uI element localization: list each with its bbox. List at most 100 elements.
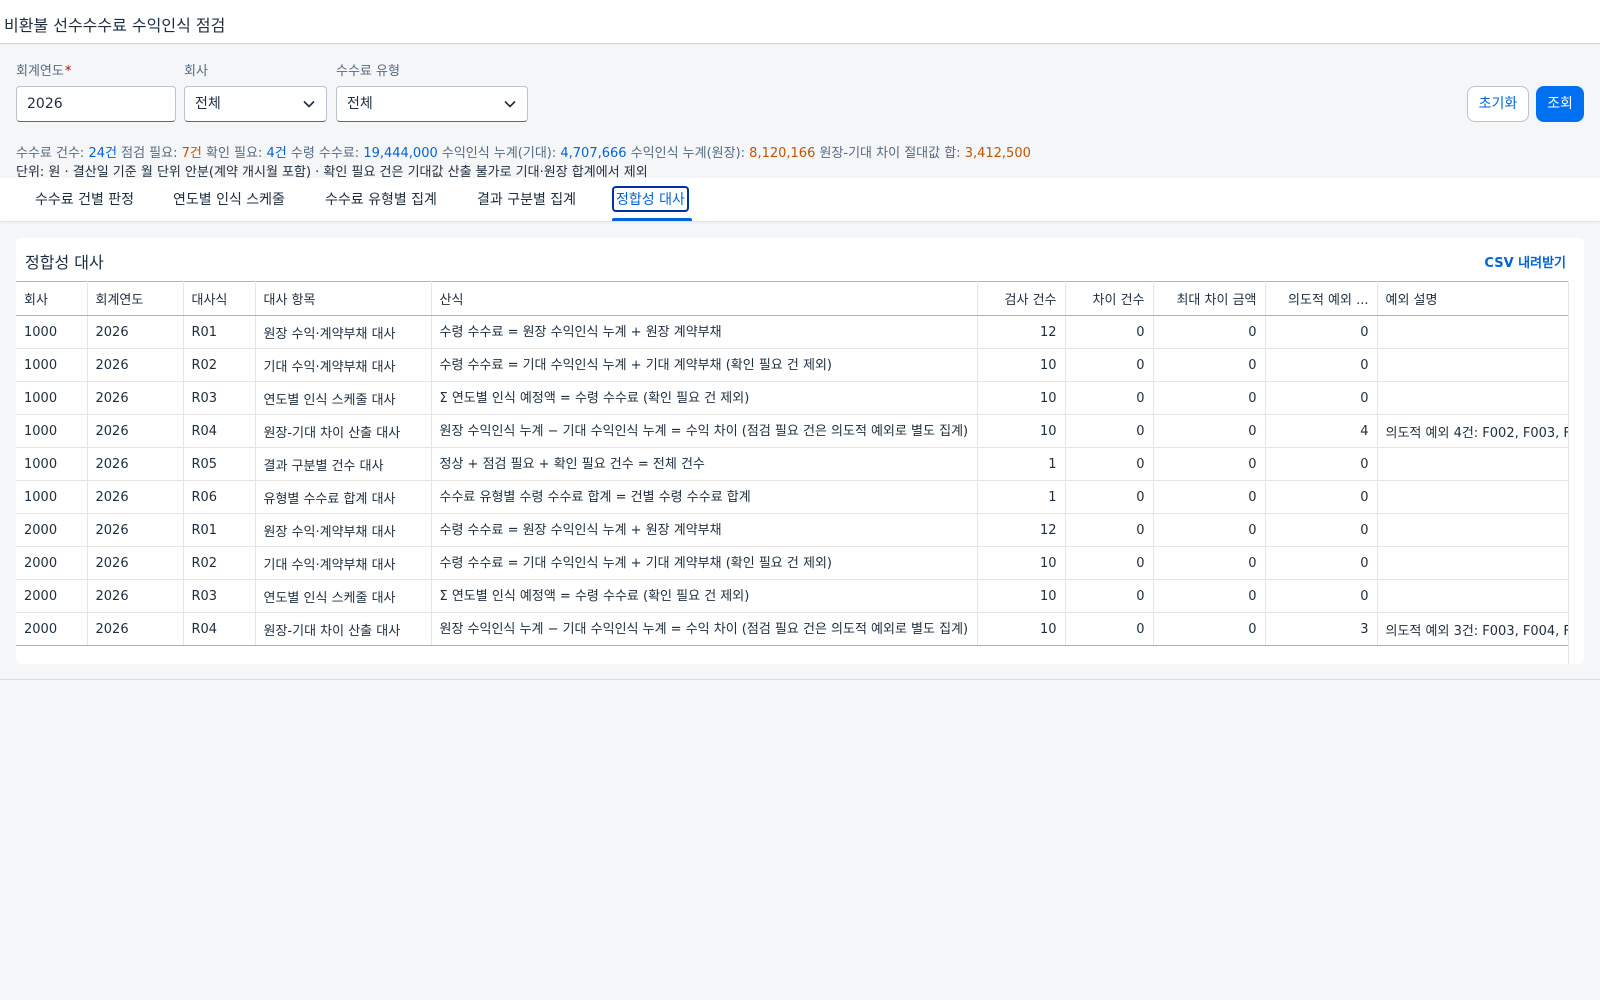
formula-text: 정상 + 점검 필요 + 확인 필요 건수 = 전체 건수 <box>439 456 705 472</box>
cell-note <box>1377 381 1569 415</box>
cell-diff: 0 <box>1065 315 1154 349</box>
formula-text: 수령 수수료 = 원장 수익인식 누계 + 원장 계약부채 <box>439 324 722 340</box>
shell-bar: 비환불 선수수수료 수익인식 점검 <box>0 0 1600 44</box>
col-header[interactable]: 대사 항목 <box>255 281 432 316</box>
cell-company: 1000 <box>16 480 88 514</box>
cell-exceptions: 4 <box>1265 414 1378 448</box>
stat-fee-count: 수수료 건수: 24건 <box>16 146 117 161</box>
cell-checked: 10 <box>977 414 1066 448</box>
col-header[interactable]: 최대 차이 금액 <box>1153 281 1266 316</box>
required-mark: * <box>64 64 72 79</box>
table-row[interactable]: 2000 2026 R04 원장-기대 차이 산출 대사 원장 수익인식 누계 − 기대… <box>16 612 1569 646</box>
chevron-down-icon <box>302 87 316 124</box>
tab-result-summary[interactable]: 결과 구분별 집계 <box>474 187 579 211</box>
table-row[interactable]: 2000 2026 R01 원장 수익·계약부채 대사 수령 수수료 = 원장 수익인식… <box>16 513 1569 547</box>
fee-type-select[interactable]: 전체 <box>336 86 528 122</box>
cell-company: 1000 <box>16 348 88 382</box>
cell-company: 2000 <box>16 612 88 646</box>
table-row[interactable]: 2000 2026 R03 연도별 인식 스케줄 대사 Σ 연도별 인식 예정액 = 수… <box>16 579 1569 613</box>
cell-year: 2026 <box>87 381 184 415</box>
cell-item: 유형별 수수료 합계 대사 <box>255 480 432 514</box>
cell-company: 2000 <box>16 546 88 580</box>
cell-diff: 0 <box>1065 447 1154 481</box>
fiscal-year-input[interactable]: 2026 <box>16 86 176 122</box>
fee-type-select-value: 전체 <box>347 96 373 112</box>
formula-text: 원장 수익인식 누계 − 기대 수익인식 누계 = 수익 차이 (점검 필요 건… <box>439 423 969 439</box>
table-row[interactable]: 1000 2026 R05 결과 구분별 건수 대사 정상 + 점검 필요 + 확인 필… <box>16 447 1569 481</box>
tab-fee-judgement[interactable]: 수수료 건별 판정 <box>32 187 137 211</box>
panel-title: 정합성 대사 <box>25 253 104 272</box>
tab-bar: 수수료 건별 판정 연도별 인식 스케줄 수수료 유형별 집계 결과 구분별 집… <box>0 178 1600 222</box>
cell-formula: 원장 수익인식 누계 − 기대 수익인식 누계 = 수익 차이 (점검 필요 건… <box>431 612 978 646</box>
cell-item: 연도별 인식 스케줄 대사 <box>255 381 432 415</box>
cell-diff: 0 <box>1065 381 1154 415</box>
cell-note <box>1377 546 1569 580</box>
cell-code: R04 <box>183 414 256 448</box>
filter-bar: 회계연도* 2026 회사 전체 수수료 유형 전체 초기화 조회 수수료 건수… <box>0 45 1600 180</box>
table-row[interactable]: 1000 2026 R02 기대 수익·계약부채 대사 수령 수수료 = 기대 수익인식… <box>16 348 1569 382</box>
cell-formula: Σ 연도별 인식 예정액 = 수령 수수료 (확인 필요 건 제외) <box>431 381 978 415</box>
reconciliation-table: 회사 회계연도 대사식 대사 항목 산식 검사 건수 차이 건수 최대 차이 금… <box>16 281 1569 646</box>
cell-note <box>1377 513 1569 547</box>
cell-note: 의도적 예외 4건: F002, F003, F005, F007 <box>1377 414 1569 448</box>
cell-max-diff: 0 <box>1153 315 1266 349</box>
formula-text: 수령 수수료 = 기대 수익인식 누계 + 기대 계약부채 (확인 필요 건 제… <box>439 357 832 373</box>
cell-code: R04 <box>183 612 256 646</box>
cell-formula: 정상 + 점검 필요 + 확인 필요 건수 = 전체 건수 <box>431 447 978 481</box>
cell-checked: 1 <box>977 447 1066 481</box>
cell-code: R03 <box>183 579 256 613</box>
table-row[interactable]: 1000 2026 R03 연도별 인식 스케줄 대사 Σ 연도별 인식 예정액 = 수… <box>16 381 1569 415</box>
cell-year: 2026 <box>87 579 184 613</box>
cell-diff: 0 <box>1065 348 1154 382</box>
col-header[interactable]: 산식 <box>431 281 978 316</box>
vertical-scrollbar[interactable] <box>1568 281 1584 664</box>
col-header[interactable]: 차이 건수 <box>1065 281 1154 316</box>
table-row[interactable]: 2000 2026 R02 기대 수익·계약부채 대사 수령 수수료 = 기대 수익인식… <box>16 546 1569 580</box>
col-header[interactable]: 회사 <box>16 281 88 316</box>
cell-note <box>1377 315 1569 349</box>
cell-company: 1000 <box>16 447 88 481</box>
cell-code: R05 <box>183 447 256 481</box>
table-row[interactable]: 1000 2026 R01 원장 수익·계약부채 대사 수령 수수료 = 원장 수익인식… <box>16 315 1569 349</box>
cell-checked: 12 <box>977 513 1066 547</box>
cell-max-diff: 0 <box>1153 612 1266 646</box>
cell-company: 1000 <box>16 414 88 448</box>
company-select[interactable]: 전체 <box>184 86 327 122</box>
table-row[interactable]: 1000 2026 R06 유형별 수수료 합계 대사 수수료 유형별 수령 수수료 합… <box>16 480 1569 514</box>
formula-text: 수수료 유형별 수령 수수료 합계 = 건별 수령 수수료 합계 <box>439 489 751 505</box>
col-header[interactable]: 검사 건수 <box>977 281 1066 316</box>
cell-year: 2026 <box>87 315 184 349</box>
cell-item: 원장 수익·계약부채 대사 <box>255 315 432 349</box>
cell-note <box>1377 447 1569 481</box>
tab-reconciliation[interactable]: 정합성 대사 <box>612 186 689 212</box>
cell-code: R02 <box>183 546 256 580</box>
summary-stats: 수수료 건수: 24건 점검 필요: 7건 확인 필요: 4건 수령 수수료: … <box>16 142 1031 161</box>
col-header[interactable]: 대사식 <box>183 281 256 316</box>
cell-max-diff: 0 <box>1153 447 1266 481</box>
cell-item: 원장-기대 차이 산출 대사 <box>255 612 432 646</box>
formula-text: 원장 수익인식 누계 − 기대 수익인식 누계 = 수익 차이 (점검 필요 건… <box>439 621 969 637</box>
cell-year: 2026 <box>87 348 184 382</box>
cell-company: 2000 <box>16 513 88 547</box>
cell-note <box>1377 348 1569 382</box>
csv-download-link[interactable]: CSV 내려받기 <box>1484 252 1566 271</box>
cell-company: 1000 <box>16 315 88 349</box>
tab-fee-type-summary[interactable]: 수수료 유형별 집계 <box>322 187 440 211</box>
col-header[interactable]: 예외 설명 <box>1377 281 1569 316</box>
cell-exceptions: 0 <box>1265 513 1378 547</box>
col-header[interactable]: 의도적 예외 ... <box>1265 281 1378 316</box>
table-header-row: 회사 회계연도 대사식 대사 항목 산식 검사 건수 차이 건수 최대 차이 금… <box>16 281 1569 316</box>
formula-text: Σ 연도별 인식 예정액 = 수령 수수료 (확인 필요 건 제외) <box>439 390 750 406</box>
tab-yearly-schedule[interactable]: 연도별 인식 스케줄 <box>170 187 288 211</box>
cell-item: 결과 구분별 건수 대사 <box>255 447 432 481</box>
reset-button[interactable]: 초기화 <box>1467 86 1529 122</box>
cell-checked: 12 <box>977 315 1066 349</box>
cell-diff: 0 <box>1065 546 1154 580</box>
cell-checked: 1 <box>977 480 1066 514</box>
col-header[interactable]: 회계연도 <box>87 281 184 316</box>
search-button[interactable]: 조회 <box>1536 86 1584 122</box>
cell-code: R01 <box>183 513 256 547</box>
table-row[interactable]: 1000 2026 R04 원장-기대 차이 산출 대사 원장 수익인식 누계 − 기대… <box>16 414 1569 448</box>
cell-formula: 수령 수수료 = 기대 수익인식 누계 + 기대 계약부채 (확인 필요 건 제… <box>431 546 978 580</box>
cell-year: 2026 <box>87 414 184 448</box>
